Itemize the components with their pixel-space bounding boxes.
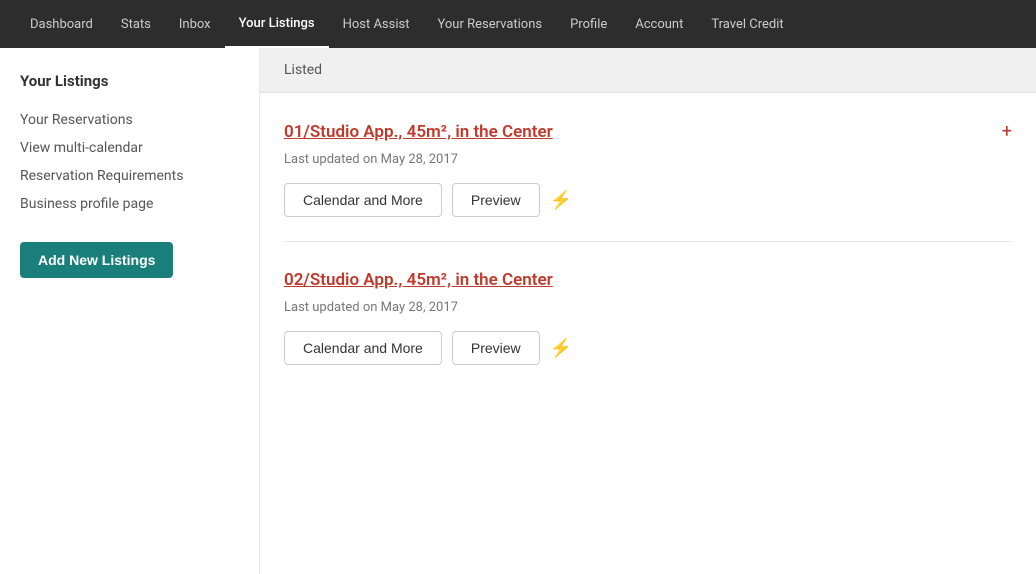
listing-actions-2: Calendar and More Preview ⚡ (284, 331, 1012, 365)
listing-plus-icon-1[interactable]: + (1002, 121, 1012, 142)
lightning-icon-1[interactable]: ⚡ (550, 190, 572, 211)
nav-inbox[interactable]: Inbox (165, 0, 225, 48)
listings-container: 01/Studio App., 45m², in the Center + La… (260, 93, 1036, 389)
listing-actions-1: Calendar and More Preview ⚡ (284, 183, 1012, 217)
top-navigation: Dashboard Stats Inbox Your Listings Host… (0, 0, 1036, 48)
listing-title-1[interactable]: 01/Studio App., 45m², in the Center (284, 122, 553, 142)
page-layout: Your Listings Your Reservations View mul… (0, 48, 1036, 574)
nav-account[interactable]: Account (621, 0, 697, 48)
sidebar: Your Listings Your Reservations View mul… (0, 48, 260, 574)
calendar-more-button-1[interactable]: Calendar and More (284, 183, 442, 217)
nav-stats[interactable]: Stats (107, 0, 165, 48)
nav-your-reservations[interactable]: Your Reservations (423, 0, 556, 48)
nav-host-assist[interactable]: Host Assist (329, 0, 424, 48)
sidebar-title: Your Listings (20, 72, 239, 90)
listing-title-2[interactable]: 02/Studio App., 45m², in the Center (284, 270, 553, 290)
listed-header: Listed (260, 48, 1036, 93)
listing-title-row: 02/Studio App., 45m², in the Center (284, 270, 1012, 290)
calendar-more-button-2[interactable]: Calendar and More (284, 331, 442, 365)
main-content: Listed 01/Studio App., 45m², in the Cent… (260, 48, 1036, 574)
nav-travel-credit[interactable]: Travel Credit (697, 0, 797, 48)
add-new-listings-button[interactable]: Add New Listings (20, 242, 173, 278)
sidebar-link-multi-calendar[interactable]: View multi-calendar (20, 134, 239, 162)
listing-title-row: 01/Studio App., 45m², in the Center + (284, 121, 1012, 142)
listing-item: 01/Studio App., 45m², in the Center + La… (284, 93, 1012, 242)
nav-your-listings[interactable]: Your Listings (225, 0, 329, 48)
sidebar-link-your-reservations[interactable]: Your Reservations (20, 106, 239, 134)
nav-profile[interactable]: Profile (556, 0, 621, 48)
lightning-icon-2[interactable]: ⚡ (550, 338, 572, 359)
listing-updated-2: Last updated on May 28, 2017 (284, 300, 1012, 315)
preview-button-1[interactable]: Preview (452, 183, 540, 217)
sidebar-link-business-profile[interactable]: Business profile page (20, 190, 239, 218)
preview-button-2[interactable]: Preview (452, 331, 540, 365)
sidebar-link-reservation-requirements[interactable]: Reservation Requirements (20, 162, 239, 190)
listing-item: 02/Studio App., 45m², in the Center Last… (284, 242, 1012, 389)
listing-updated-1: Last updated on May 28, 2017 (284, 152, 1012, 167)
nav-dashboard[interactable]: Dashboard (16, 0, 107, 48)
